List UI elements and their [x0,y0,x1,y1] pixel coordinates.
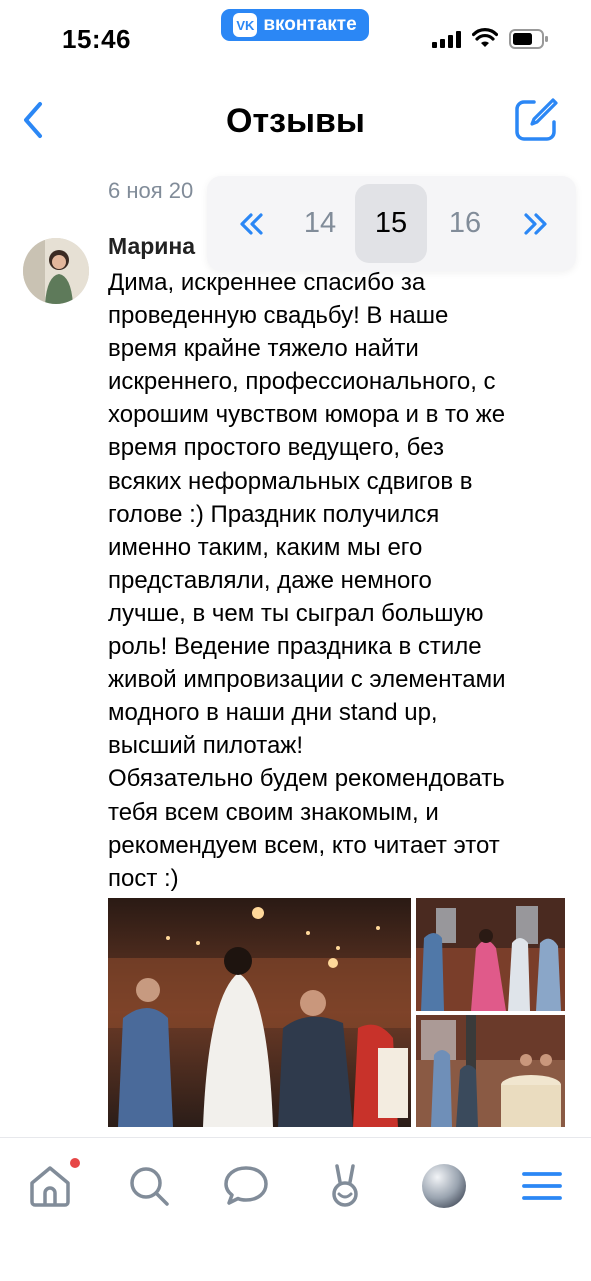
tab-messages[interactable] [222,1162,270,1210]
post-photo-3[interactable] [416,1015,565,1127]
nav-bar: Отзывы [0,80,591,160]
page-button-14[interactable]: 14 [284,184,356,263]
page-button-15[interactable]: 15 [355,184,427,263]
menu-icon [522,1172,562,1200]
page-selector: 14 15 16 [207,176,576,271]
search-icon [130,1167,169,1206]
status-bar: 15:46 VK вконтакте [0,0,591,80]
battery-icon [509,29,548,49]
page-title: Отзывы [226,102,365,140]
tab-menu[interactable] [518,1162,566,1210]
post-photo-2[interactable] [416,898,565,1011]
wifi-icon [472,28,498,47]
tab-clips[interactable] [321,1162,369,1210]
post-text: Дима, искреннее спасибо за проведенную с… [108,269,506,892]
avatar-image [23,238,89,304]
avatar[interactable] [23,238,89,304]
post-photo-main[interactable] [108,898,411,1127]
clips-icon [332,1164,358,1207]
post-date: 6 ноя 20 [108,178,194,203]
tab-bar [0,1137,591,1281]
vk-app-pill[interactable]: VK вконтакте [221,9,369,41]
vk-logo: VK [233,13,258,37]
vk-app-label: вконтакте [263,14,357,35]
tab-search[interactable] [125,1162,173,1210]
profile-icon [422,1164,466,1208]
double-chevron-right-icon[interactable] [500,184,572,263]
double-chevron-left-icon[interactable] [215,184,287,263]
status-time: 15:46 [62,24,131,54]
tab-home[interactable] [26,1162,74,1210]
edit-icon[interactable] [512,96,560,144]
tab-profile[interactable] [420,1162,468,1210]
page-button-16[interactable]: 16 [429,184,501,263]
messages-icon [224,1166,268,1205]
cellular-signal-icon [432,31,461,48]
notification-dot [70,1158,80,1168]
post-author[interactable]: Марина [108,233,195,260]
home-icon [30,1166,70,1207]
